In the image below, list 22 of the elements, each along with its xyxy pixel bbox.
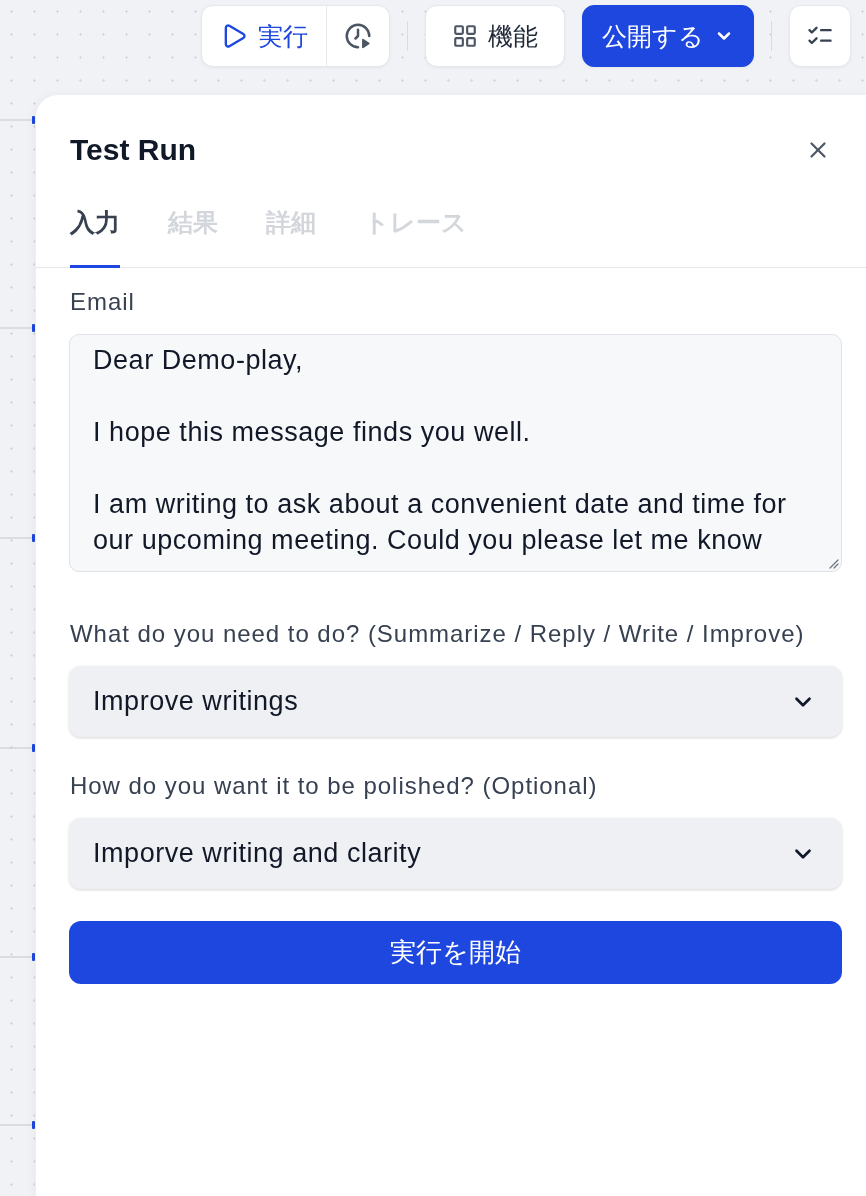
- checklist-button[interactable]: [789, 5, 851, 67]
- field-label: What do you need to do? (Summarize / Reply / Write / Improve): [69, 620, 806, 648]
- edge-connector: [0, 1120, 36, 1130]
- resize-handle-icon[interactable]: [827, 557, 839, 569]
- edge-connector: [0, 533, 36, 543]
- tab[interactable]: 入力: [70, 195, 120, 268]
- features-button[interactable]: 機能: [425, 5, 565, 67]
- edge-connector: [0, 952, 36, 962]
- field-label: How do you want it to be polished? (Optional): [69, 772, 599, 800]
- start-run-button[interactable]: 実行を開始: [69, 921, 842, 984]
- panel-title: Test Run: [70, 132, 197, 168]
- edge-connector: [0, 323, 36, 333]
- dropdown[interactable]: Imporve writing and clarity: [69, 818, 842, 889]
- field-label: Email: [69, 288, 136, 316]
- run-button[interactable]: 実行: [202, 6, 326, 66]
- dropdown[interactable]: Improve writings: [69, 666, 842, 737]
- edge-connector: [0, 115, 36, 125]
- text-area-field[interactable]: Dear Demo-play, I hope this message finds you well. I am writing to ask about a convenient date and time for our upcoming meeting. Could you please let me know: [69, 334, 842, 572]
- grid-icon: [452, 23, 478, 49]
- publish-button[interactable]: 公開する: [582, 5, 754, 67]
- edge-connector: [0, 743, 36, 753]
- clock-play-icon: [343, 21, 373, 51]
